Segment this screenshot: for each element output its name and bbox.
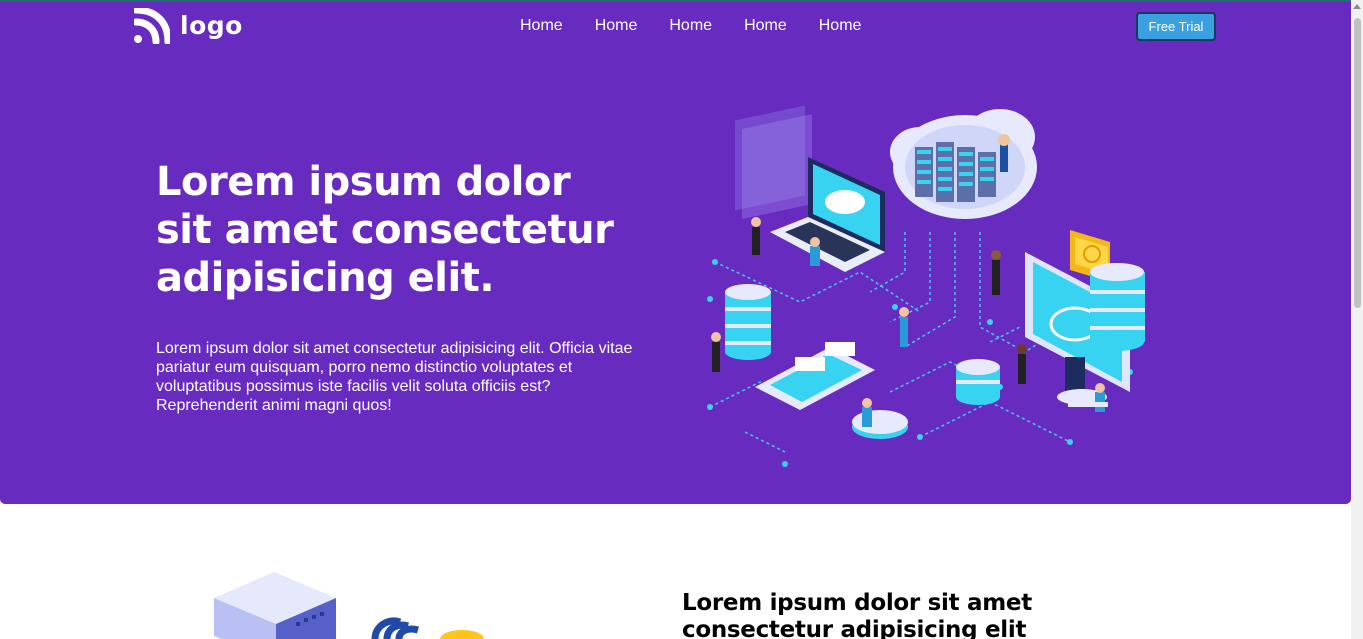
main-nav: Home Home Home Home Home <box>504 15 877 37</box>
free-trial-button[interactable]: Free Trial <box>1136 12 1216 41</box>
rss-wave-icon <box>134 8 170 44</box>
logo-text: logo <box>180 11 243 40</box>
nav-item-home-5[interactable]: Home <box>803 15 878 37</box>
scroll-up-arrow-icon[interactable] <box>1353 4 1361 9</box>
nav-item-home-3[interactable]: Home <box>653 15 728 37</box>
nav-item-home-4[interactable]: Home <box>728 15 803 37</box>
hero-title: Lorem ipsum dolor sit amet consectetur a… <box>156 159 614 301</box>
hero-section: logo Home Home Home Home Home Free Trial… <box>0 2 1351 504</box>
hero-description: Lorem ipsum dolor sit amet consectetur a… <box>156 340 633 414</box>
nav-item-home-2[interactable]: Home <box>579 15 654 37</box>
cloud-network-illustration <box>707 105 1145 467</box>
server-illustration <box>214 572 484 639</box>
section-title: Lorem ipsum dolor sit amet consectetur a… <box>682 590 1032 639</box>
nav-item-home-1[interactable]: Home <box>504 15 579 37</box>
logo[interactable]: logo <box>134 8 243 44</box>
page-scrollbar[interactable] <box>1351 0 1363 639</box>
scrollbar-thumb[interactable] <box>1354 18 1361 308</box>
